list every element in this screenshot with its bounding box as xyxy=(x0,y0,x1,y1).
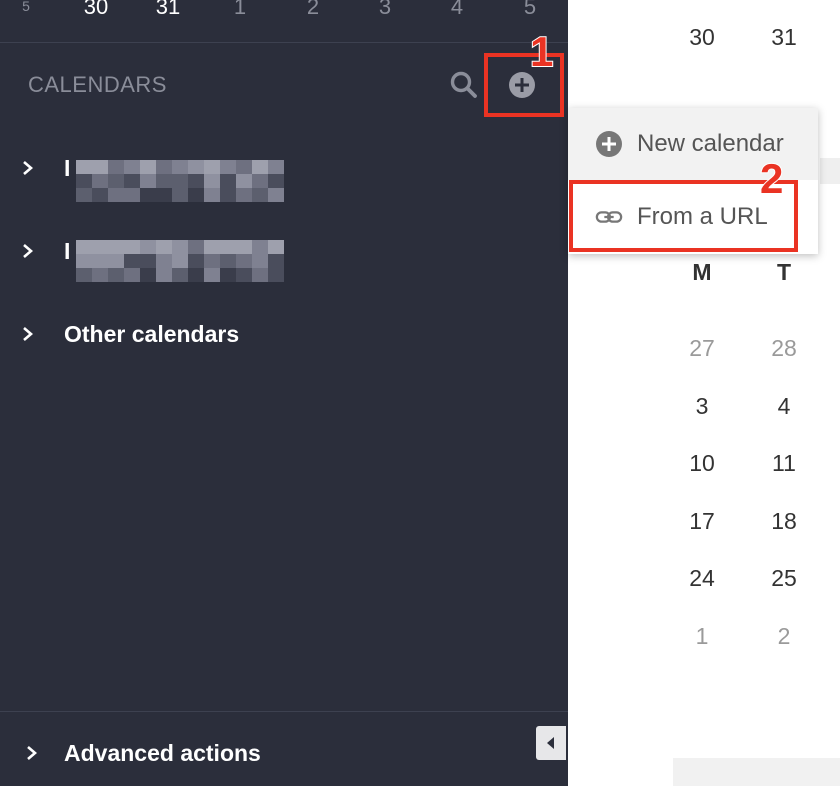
day-cell[interactable]: 4 xyxy=(759,393,809,420)
search-calendars-button[interactable] xyxy=(447,68,481,102)
day-cell[interactable]: 30 xyxy=(677,24,727,51)
mini-day[interactable]: 1 xyxy=(220,0,260,20)
divider xyxy=(0,711,568,712)
other-calendars-row[interactable]: Other calendars xyxy=(0,309,568,359)
day-cell[interactable]: 28 xyxy=(759,335,809,362)
step-number-2: 2 xyxy=(759,154,784,203)
day-cell[interactable]: 31 xyxy=(759,24,809,51)
day-cell[interactable]: 2 xyxy=(759,623,809,650)
menu-item-label: New calendar xyxy=(637,130,784,157)
day-cell[interactable]: 25 xyxy=(759,565,809,592)
chevron-right-icon[interactable] xyxy=(24,745,40,761)
advanced-actions-row[interactable]: Advanced actions xyxy=(0,728,568,778)
day-cell[interactable]: 27 xyxy=(677,335,727,362)
chevron-right-icon[interactable] xyxy=(20,243,36,259)
mini-day[interactable]: 2 xyxy=(293,0,333,20)
mini-day[interactable]: 4 xyxy=(437,0,477,20)
day-cell[interactable]: 10 xyxy=(677,450,727,477)
background-highlight xyxy=(820,158,840,184)
mini-day[interactable]: 31 xyxy=(148,0,188,20)
advanced-actions-label[interactable]: Advanced actions xyxy=(64,740,261,767)
redacted-calendar-name xyxy=(76,240,284,282)
day-cell[interactable]: 3 xyxy=(677,393,727,420)
mini-day[interactable]: 3 xyxy=(365,0,405,20)
step-number-1: 1 xyxy=(529,27,554,76)
weekday-header: M xyxy=(692,259,712,285)
day-cell[interactable]: 18 xyxy=(759,508,809,535)
weekday-header: T xyxy=(776,259,792,285)
mini-day[interactable]: 5 xyxy=(6,0,46,14)
sidebar: 5 30 31 1 2 3 4 5 CALENDARS I I Other ca… xyxy=(0,0,568,786)
calendar-name[interactable]: I xyxy=(64,155,70,182)
day-cell[interactable]: 17 xyxy=(677,508,727,535)
chevron-right-icon[interactable] xyxy=(20,160,36,176)
calendars-header: CALENDARS xyxy=(28,72,167,97)
mini-day[interactable]: 30 xyxy=(76,0,116,20)
caret-left-icon xyxy=(547,737,554,749)
bottom-bar xyxy=(673,758,840,786)
mini-day[interactable]: 5 xyxy=(510,0,550,20)
day-cell[interactable]: 24 xyxy=(677,565,727,592)
redacted-calendar-name xyxy=(76,160,284,202)
mini-calendar-strip: 5 30 31 1 2 3 4 5 xyxy=(0,0,568,43)
plus-circle-icon xyxy=(595,130,623,158)
calendar-name[interactable]: I xyxy=(64,238,70,265)
day-cell[interactable]: 11 xyxy=(759,450,809,477)
app-root: 5 30 31 1 2 3 4 5 CALENDARS I I Other ca… xyxy=(0,0,840,786)
chevron-right-icon[interactable] xyxy=(20,326,36,342)
calendar-row[interactable]: I xyxy=(0,226,568,282)
collapse-sidebar-button[interactable] xyxy=(536,726,566,760)
other-calendars-label[interactable]: Other calendars xyxy=(64,321,239,348)
calendar-row[interactable]: I xyxy=(0,143,568,202)
day-cell[interactable]: 1 xyxy=(677,623,727,650)
search-icon xyxy=(450,71,477,98)
